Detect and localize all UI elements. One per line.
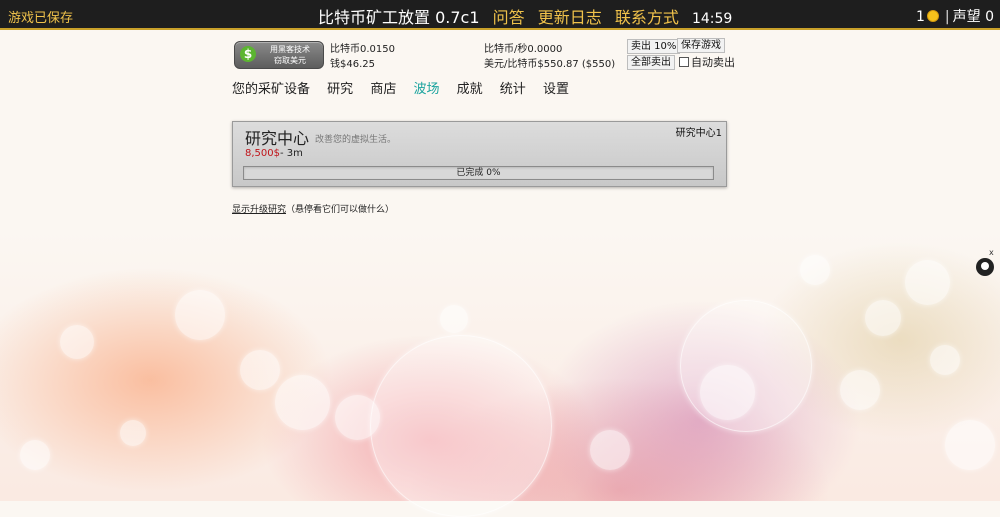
hack-cash-label: 用黑客技术 窃取美元 [270, 45, 310, 65]
bitcoin-price: 美元/比特币$550.87 ($550) [484, 59, 616, 70]
research-center-panel[interactable]: 研究中心 改善您的虚拟生活。 研究中心1 8,500$- 3m 已完成 0% [232, 121, 727, 187]
coin-count: 1 [916, 9, 925, 25]
github-icon[interactable] [976, 258, 994, 276]
close-icon[interactable]: x [989, 248, 994, 257]
auto-sell-label: 自动卖出 [691, 56, 735, 69]
research-duration: - 3m [280, 148, 303, 159]
game-title: 比特币矿工放置 0.7c1 [318, 8, 480, 27]
research-progress-bar: 已完成 0% [243, 166, 714, 180]
upgrades-hover-hint: （悬停看它们可以做什么） [286, 205, 395, 215]
auto-sell-checkbox[interactable] [679, 57, 689, 67]
reputation: 声望 0 [952, 9, 994, 25]
research-cost: 8,500$ [245, 148, 280, 159]
research-progress-label: 已完成 0% [456, 168, 501, 178]
tab-tron[interactable]: 波场 [413, 82, 439, 97]
header: 比特币矿工放置 0.7c1 问答 更新日志 联系方式 14:59 [318, 4, 732, 28]
tab-settings[interactable]: 设置 [543, 82, 569, 97]
sell-all-button[interactable]: 全部卖出 [627, 55, 675, 70]
main-nav: 您的采矿设备 研究 商店 波场 成就 统计 设置 [232, 78, 582, 97]
upgrades-hint: 显示升级研究（悬停看它们可以做什么） [232, 202, 394, 215]
research-count: 研究中心1 [675, 128, 722, 139]
show-upgrades-link[interactable]: 显示升级研究 [232, 205, 286, 215]
save-game-button[interactable]: 保存游戏 [677, 38, 725, 53]
faq-link[interactable]: 问答 [493, 8, 525, 27]
save-status: 游戏已保存 [8, 11, 74, 26]
top-bar: 游戏已保存 比特币矿工放置 0.7c1 问答 更新日志 联系方式 14:59 1… [0, 0, 1000, 30]
tab-achievements[interactable]: 成就 [457, 82, 483, 97]
clock: 14:59 [691, 11, 733, 27]
currency-display: 1 | 声望 0 [916, 6, 994, 26]
coin-icon [926, 10, 939, 22]
bitcoin-rate: 比特币/秒0.0000 [484, 44, 563, 55]
hack-cash-button[interactable]: $ 用黑客技术 窃取美元 [234, 41, 324, 69]
tab-research[interactable]: 研究 [327, 82, 353, 97]
tab-mining-equipment[interactable]: 您的采矿设备 [232, 82, 310, 97]
research-name: 研究中心 [245, 129, 310, 148]
research-description: 改善您的虚拟生活。 [315, 135, 397, 145]
bitcoin-balance: 比特币0.0150 [330, 44, 395, 55]
research-price: 8,500$- 3m [245, 148, 303, 159]
tab-statistics[interactable]: 统计 [500, 82, 526, 97]
money-balance: 钱$46.25 [330, 59, 375, 70]
separator: | [944, 9, 950, 25]
auto-sell[interactable]: 自动卖出 [679, 54, 735, 70]
sell-10-button[interactable]: 卖出 10% [627, 39, 681, 54]
changelog-link[interactable]: 更新日志 [538, 8, 602, 27]
tab-shop[interactable]: 商店 [370, 82, 396, 97]
dollar-icon: $ [240, 46, 256, 62]
contact-link[interactable]: 联系方式 [615, 8, 679, 27]
